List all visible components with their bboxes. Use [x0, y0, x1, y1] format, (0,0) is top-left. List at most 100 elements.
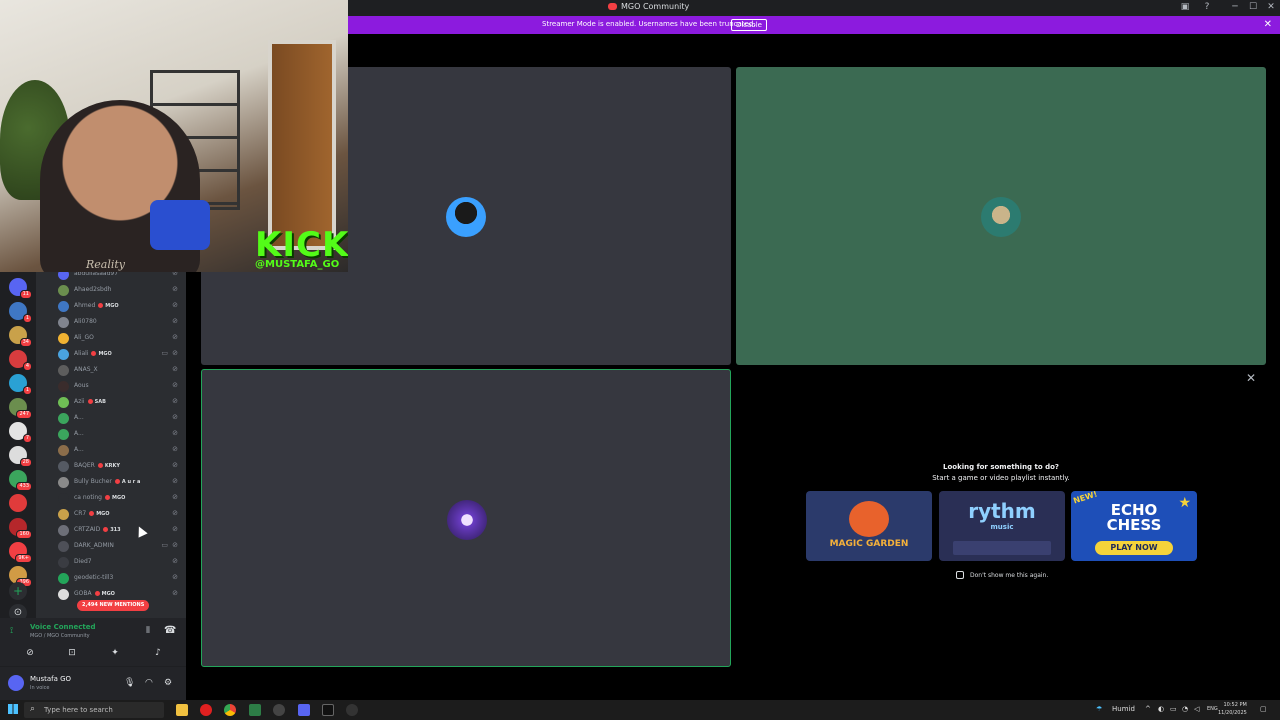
- new-mentions-pill[interactable]: 2,494 NEW MENTIONS: [77, 600, 150, 611]
- member-name-text: A...: [74, 430, 84, 437]
- member-row[interactable]: Aliali MGO ▭ ⊘: [36, 346, 186, 362]
- wifi-icon[interactable]: ◔: [1182, 705, 1188, 713]
- member-row[interactable]: CRTZAID 313 ⊘: [36, 522, 186, 538]
- server-icon[interactable]: 433: [9, 470, 32, 491]
- member-row[interactable]: Ali_GO ⊘: [36, 330, 186, 346]
- member-row[interactable]: geodetic-till3 ⊘: [36, 570, 186, 586]
- taskbar-clock[interactable]: 10:52 PM 11/20/2025: [1218, 701, 1247, 717]
- discord-taskbar-icon[interactable]: [298, 704, 310, 716]
- member-name: Ali0780: [74, 318, 97, 325]
- soundboard-icon[interactable]: ♪: [138, 645, 178, 661]
- opera-icon[interactable]: [200, 704, 212, 716]
- server-icon[interactable]: 11: [9, 278, 32, 299]
- file-explorer-icon[interactable]: [176, 704, 188, 716]
- server-icon[interactable]: 1: [9, 374, 32, 395]
- windows-start-icon[interactable]: [8, 704, 18, 714]
- server-icon[interactable]: 160: [9, 518, 32, 539]
- member-row[interactable]: Died7 ⊘: [36, 554, 186, 570]
- volume-icon[interactable]: ◁: [1194, 705, 1199, 713]
- minimize-button[interactable]: ─: [1228, 2, 1242, 12]
- server-icon[interactable]: [9, 494, 27, 512]
- server-icon[interactable]: 34: [9, 326, 32, 347]
- member-name: ca noting MGO: [74, 494, 125, 501]
- activity-card-rythm[interactable]: rythm music: [939, 491, 1065, 561]
- member-row[interactable]: Ahmed MGO ⊘: [36, 298, 186, 314]
- close-window-button[interactable]: ✕: [1264, 2, 1278, 12]
- member-row[interactable]: DARK_ADMIN ▭ ⊘: [36, 538, 186, 554]
- member-name: A...: [74, 446, 84, 453]
- member-row[interactable]: Bully Bucher A u r a ⊘: [36, 474, 186, 490]
- dont-show-again-option[interactable]: Don't show me this again.: [956, 571, 1048, 579]
- voice-status[interactable]: Voice Connected: [30, 623, 96, 631]
- participant-tile[interactable]: [736, 67, 1266, 365]
- member-row[interactable]: Ali0780 ⊘: [36, 314, 186, 330]
- activity-card-echo-chess[interactable]: NEW! ★ ECHO CHESS PLAY NOW: [1071, 491, 1197, 561]
- disable-streamer-mode-button[interactable]: Disable: [731, 19, 767, 31]
- camera-icon: ▭: [161, 541, 168, 549]
- maximize-button[interactable]: ☐: [1246, 2, 1260, 12]
- taskbar-search-box[interactable]: ⌕ Type here to search: [24, 702, 164, 718]
- obs-icon[interactable]: [273, 704, 285, 716]
- server-icon[interactable]: 247: [9, 398, 32, 419]
- member-name: CRTZAID 313: [74, 526, 121, 533]
- muted-mic-icon: ⊘: [172, 349, 178, 357]
- close-activity-icon[interactable]: ✕: [1246, 371, 1256, 385]
- member-row[interactable]: A... ⊘: [36, 410, 186, 426]
- help-icon[interactable]: ?: [1200, 2, 1214, 12]
- user-avatar[interactable]: [8, 675, 24, 691]
- member-row[interactable]: ca noting MGO ⊘: [36, 490, 186, 506]
- member-row[interactable]: Azii SAB ⊘: [36, 394, 186, 410]
- dont-show-checkbox[interactable]: [956, 571, 964, 579]
- voice-channel-name[interactable]: MGO / MGO Community: [30, 633, 90, 639]
- add-server-icon[interactable]: +: [9, 582, 27, 600]
- media-player-icon[interactable]: [346, 704, 358, 716]
- server-icon[interactable]: 1: [9, 302, 32, 323]
- member-avatar: [58, 589, 69, 600]
- member-row[interactable]: A... ⊘: [36, 442, 186, 458]
- signal-icon[interactable]: ⟟: [10, 626, 13, 636]
- member-row[interactable]: Aous ⊘: [36, 378, 186, 394]
- capcut-icon[interactable]: [322, 704, 334, 716]
- microphone-figure: [150, 200, 210, 250]
- member-row[interactable]: ANAS_X ⊘: [36, 362, 186, 378]
- speaking-participant-tile[interactable]: [201, 369, 731, 667]
- banner-close-icon[interactable]: ✕: [1264, 19, 1272, 30]
- chrome-icon[interactable]: [224, 704, 236, 716]
- member-avatar: [58, 557, 69, 568]
- inbox-icon[interactable]: ▣: [1178, 2, 1192, 12]
- member-avatar: [58, 365, 69, 376]
- notifications-icon[interactable]: ▢: [1260, 705, 1267, 713]
- activity-card-magic-garden[interactable]: MAGIC GARDEN: [806, 491, 932, 561]
- server-icon[interactable]: 7: [9, 422, 32, 443]
- activities-icon[interactable]: ✦: [95, 645, 135, 661]
- member-row[interactable]: Ahaed2sbdh ⊘: [36, 282, 186, 298]
- member-name: CR7 MGO: [74, 510, 110, 517]
- server-icon[interactable]: 28: [9, 446, 32, 467]
- disconnect-icon[interactable]: ☎: [164, 625, 176, 636]
- camera-toggle-icon[interactable]: ⊘: [10, 645, 50, 661]
- weather-text[interactable]: Humid: [1112, 705, 1135, 713]
- tray-app-icon[interactable]: ◐: [1158, 705, 1164, 713]
- pumpkin-icon: [849, 501, 889, 537]
- muted-mic-icon: ⊘: [172, 589, 178, 597]
- server-icon[interactable]: 9K+: [9, 542, 32, 563]
- member-name-text: BAQER: [74, 462, 95, 469]
- screen-share-icon[interactable]: ⊡: [52, 645, 92, 661]
- language-indicator[interactable]: ENG: [1207, 706, 1218, 712]
- user-name[interactable]: Mustafa GO: [30, 675, 71, 683]
- member-row[interactable]: CR7 MGO ⊘: [36, 506, 186, 522]
- headphones-icon[interactable]: ◠: [145, 678, 153, 688]
- member-name-text: Ahaed2sbdh: [74, 286, 112, 293]
- spreadsheet-icon[interactable]: [249, 704, 261, 716]
- settings-gear-icon[interactable]: ⚙: [164, 678, 172, 688]
- tray-chevron-icon[interactable]: ^: [1145, 705, 1151, 713]
- member-row[interactable]: A... ⊘: [36, 426, 186, 442]
- server-icon[interactable]: 4: [9, 350, 32, 371]
- microphone-icon[interactable]: 🎙︎: [124, 678, 135, 688]
- noise-suppression-icon[interactable]: ⦀: [146, 626, 150, 636]
- network-icon[interactable]: ▭: [1170, 705, 1177, 713]
- weather-icon[interactable]: ☂: [1096, 705, 1102, 713]
- play-now-button[interactable]: PLAY NOW: [1095, 541, 1173, 555]
- member-name-text: Aous: [74, 382, 89, 389]
- member-row[interactable]: BAQER KRKY ⊘: [36, 458, 186, 474]
